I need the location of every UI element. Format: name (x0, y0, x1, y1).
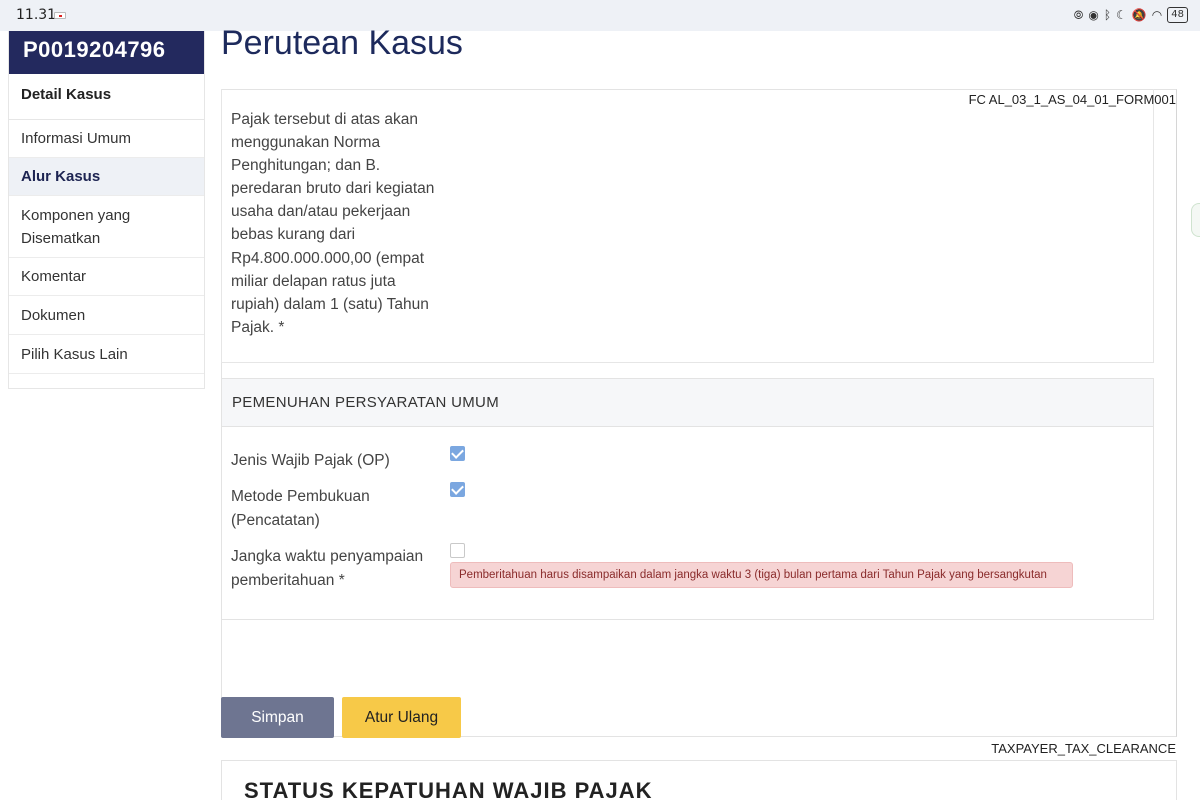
sidebar-item-komponen[interactable]: Komponen yang Disematkan (9, 196, 204, 258)
sidebar-item-pilih-kasus-lain[interactable]: Pilih Kasus Lain (9, 335, 204, 374)
notification-flag-icon (54, 12, 66, 19)
case-id: P0019204796 (9, 31, 204, 74)
reset-button[interactable]: Atur Ulang (342, 697, 461, 738)
status-icons: ⦾ ◉ ᛒ ☾ 🔕 ◠ 48 (1074, 7, 1188, 23)
checkbox-metode-pembukuan[interactable] (450, 482, 465, 497)
row-label-jangka-waktu: Jangka waktu penyampaian pemberitahuan * (231, 548, 424, 589)
checkbox-jangka-waktu[interactable] (450, 543, 465, 558)
status-time: 11.31 (16, 7, 57, 23)
wifi-icon: ◠ (1151, 8, 1163, 22)
validation-alert: Pemberitahuan harus disampaikan dalam ja… (450, 562, 1073, 588)
section-title: PEMENUHAN PERSYARATAN UMUM (222, 379, 1153, 427)
row-label-jenis-wajib-pajak: Jenis Wajib Pajak (OP) (231, 452, 390, 469)
sidebar: P0019204796 Detail Kasus Informasi Umum … (8, 31, 205, 389)
sidebar-item-komentar[interactable]: Komentar (9, 258, 204, 296)
sidebar-title: Detail Kasus (9, 74, 204, 120)
sidebar-item-alur-kasus[interactable]: Alur Kasus (9, 158, 204, 196)
moon-icon: ☾ (1116, 8, 1127, 22)
norma-text: Pajak tersebut di atas akan menggunakan … (231, 111, 435, 336)
form-code: FC AL_03_1_AS_04_01_FORM001 (968, 92, 1176, 107)
row-label-metode-pembukuan: Metode Pembukuan (Pencatatan) (231, 488, 370, 529)
next-section-title: STATUS KEPATUHAN WAJIB PAJAK (244, 778, 653, 803)
status-bar: 11.31 ⦾ ◉ ᛒ ☾ 🔕 ◠ 48 (0, 0, 1200, 31)
edge-handle[interactable] (1191, 203, 1200, 237)
footer-code: TAXPAYER_TAX_CLEARANCE (991, 741, 1176, 756)
page-title: Perutean Kasus (221, 24, 463, 62)
eye-icon: ◉ (1088, 8, 1099, 22)
nfc-icon: ⦾ (1073, 7, 1084, 22)
save-button[interactable]: Simpan (221, 697, 334, 738)
checkbox-jenis-wajib-pajak[interactable] (450, 446, 465, 461)
mute-icon: 🔕 (1131, 8, 1147, 22)
sidebar-item-dokumen[interactable]: Dokumen (9, 296, 204, 335)
battery-icon: 48 (1167, 7, 1188, 23)
sidebar-item-informasi-umum[interactable]: Informasi Umum (9, 120, 204, 158)
bluetooth-icon: ᛒ (1103, 8, 1112, 22)
